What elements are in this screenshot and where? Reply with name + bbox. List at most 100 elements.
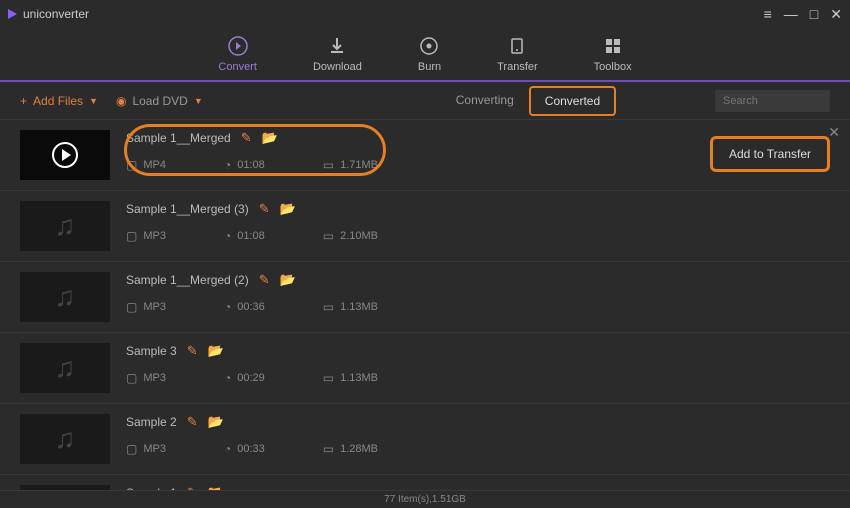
file-icon: ▢ — [126, 300, 137, 314]
duration: ◔01:08 — [224, 229, 265, 243]
nav-label: Download — [313, 61, 362, 73]
size: ▭1.28MB — [323, 442, 378, 456]
edit-icon[interactable]: ✎ — [187, 414, 198, 430]
close-icon[interactable]: ✕ — [828, 124, 840, 141]
thumbnail[interactable]: ♫ — [20, 201, 110, 251]
tab-converting[interactable]: Converting — [441, 86, 529, 116]
tab-converted[interactable]: Converted — [529, 86, 616, 116]
close-icon[interactable]: ✕ — [830, 6, 842, 23]
row-info: Sample 1__Merged (2) ✎ 📂 ▢MP3◔00:36▭1.13MB — [126, 272, 830, 314]
table-row[interactable]: ♫Sample 1__Merged (3)✎📂▢MP3◔01:08▭2.10MB — [0, 191, 850, 262]
add-to-transfer-button[interactable]: Add to Transfer — [710, 136, 830, 172]
edit-icon[interactable]: ✎ — [259, 272, 270, 288]
table-row[interactable]: ♫Sample 1✎📂▢MP3◔00:04▭140.48KB — [0, 475, 850, 490]
duration: ◔00:36 — [224, 300, 265, 314]
download-icon — [326, 35, 348, 57]
format: ▢MP4 — [126, 158, 166, 172]
folder-icon[interactable]: 📂 — [208, 343, 224, 359]
filter-tabs: Converting Converted — [441, 86, 616, 116]
nav-burn[interactable]: Burn — [418, 35, 441, 73]
row-info: Sample 2 ✎ 📂 ▢MP3 ◔00:33 ▭1.28MB — [126, 414, 830, 456]
nav-convert[interactable]: Convert — [218, 35, 257, 73]
file-icon: ▢ — [126, 158, 137, 172]
table-row[interactable]: ♫ Sample 3 ✎ 📂 ▢MP3 ◔00:29 ▭1.13MB — [0, 333, 850, 404]
file-title: Sample 2 — [126, 415, 177, 429]
format: ▢MP3 — [126, 442, 166, 456]
duration: ◔00:29 — [224, 371, 265, 385]
load-dvd-label: Load DVD — [132, 94, 187, 108]
size: ▭1.13MB — [323, 371, 378, 385]
toolbox-icon — [602, 35, 624, 57]
duration: ◔00:33 — [224, 442, 265, 456]
nav-toolbox[interactable]: Toolbox — [594, 35, 632, 73]
nav-label: Transfer — [497, 61, 538, 73]
add-files-label: Add Files — [33, 94, 83, 108]
folder-icon[interactable]: 📂 — [262, 130, 278, 146]
folder-icon[interactable]: 📂 — [280, 201, 296, 217]
minimize-icon[interactable]: — — [784, 6, 798, 23]
folder-icon[interactable]: 📂 — [280, 272, 296, 288]
row-info: Sample 1__Merged (3)✎📂▢MP3◔01:08▭2.10MB — [126, 201, 830, 243]
row-title: Sample 1__Merged (2) ✎ 📂 — [126, 272, 830, 288]
thumbnail[interactable]: ♫ — [20, 343, 110, 393]
maximize-icon[interactable]: □ — [810, 6, 818, 23]
window-controls: ≡ — □ ✕ — [764, 6, 842, 23]
row-title: Sample 3 ✎ 📂 — [126, 343, 830, 359]
music-icon: ♫ — [55, 423, 76, 455]
file-icon: ▢ — [126, 442, 137, 456]
size: ▭2.10MB — [323, 229, 378, 243]
file-list: Sample 1__Merged ✎ 📂 ▢MP4 ◔01:08 ▭1.71MB ✕Add … — [0, 120, 850, 490]
folder-icon[interactable]: 📂 — [208, 414, 224, 430]
clock-icon: ◔ — [224, 442, 231, 456]
top-nav: Convert Download Burn Transfer Toolbox — [0, 28, 850, 82]
row-meta: ▢MP3 ◔00:33 ▭1.28MB — [126, 442, 830, 456]
size: ▭1.71MB — [323, 158, 378, 172]
row-meta: ▢MP3 ◔01:08 ▭2.10MB — [126, 229, 830, 243]
titlebar: uniconverter ≡ — □ ✕ — [0, 0, 850, 28]
thumbnail[interactable]: ♫ — [20, 272, 110, 322]
file-icon: ▢ — [126, 371, 137, 385]
edit-icon[interactable]: ✎ — [187, 343, 198, 359]
file-title: Sample 1__Merged — [126, 131, 231, 145]
format: ▢MP3 — [126, 371, 166, 385]
edit-icon[interactable]: ✎ — [241, 130, 252, 146]
nav-label: Toolbox — [594, 61, 632, 73]
status-bar: 77 Item(s),1.51GB — [0, 490, 850, 508]
row-meta: ▢MP3 ◔00:29 ▭1.13MB — [126, 371, 830, 385]
clock-icon: ◔ — [224, 371, 231, 385]
nav-download[interactable]: Download — [313, 35, 362, 73]
row-meta: ▢MP3◔00:36▭1.13MB — [126, 300, 830, 314]
row-info: Sample 3 ✎ 📂 ▢MP3 ◔00:29 ▭1.13MB — [126, 343, 830, 385]
status-text: 77 Item(s),1.51GB — [384, 494, 466, 505]
music-icon: ♫ — [55, 210, 76, 242]
nav-label: Convert — [218, 61, 257, 73]
thumbnail[interactable]: ♫ — [20, 414, 110, 464]
menu-icon[interactable]: ≡ — [764, 6, 772, 23]
brand-icon — [8, 9, 17, 19]
load-dvd-button[interactable]: ◉ Load DVD ▼ — [116, 94, 203, 108]
plus-icon: + — [20, 94, 27, 108]
music-icon: ♫ — [55, 352, 76, 384]
search-input[interactable] — [715, 90, 830, 112]
convert-icon — [227, 35, 249, 57]
play-icon — [52, 142, 78, 168]
brand-text: uniconverter — [23, 7, 89, 21]
thumbnail[interactable] — [20, 130, 110, 180]
table-row[interactable]: Sample 1__Merged✎📂▢MP4◔01:08▭1.71MB✕Add … — [0, 120, 850, 191]
transfer-icon — [506, 35, 528, 57]
toolbar: + Add Files ▼ ◉ Load DVD ▼ Converting Co… — [0, 82, 850, 120]
file-title: Sample 3 — [126, 344, 177, 358]
file-title: Sample 1__Merged (2) — [126, 273, 249, 287]
nav-transfer[interactable]: Transfer — [497, 35, 538, 73]
add-files-button[interactable]: + Add Files ▼ — [20, 94, 98, 108]
file-icon: ▢ — [126, 229, 137, 243]
row-title: Sample 1__Merged (3)✎📂 — [126, 201, 830, 217]
folder-icon: ▭ — [323, 442, 334, 456]
format: ▢MP3 — [126, 229, 166, 243]
table-row[interactable]: ♫ Sample 2 ✎ 📂 ▢MP3 ◔00:33 ▭1.28MB — [0, 404, 850, 475]
edit-icon[interactable]: ✎ — [259, 201, 270, 217]
brand: uniconverter — [8, 7, 89, 21]
table-row[interactable]: ♫ Sample 1__Merged (2) ✎ 📂 ▢MP3◔00:36▭1.13MB — [0, 262, 850, 333]
folder-icon: ▭ — [323, 229, 334, 243]
burn-icon — [418, 35, 440, 57]
